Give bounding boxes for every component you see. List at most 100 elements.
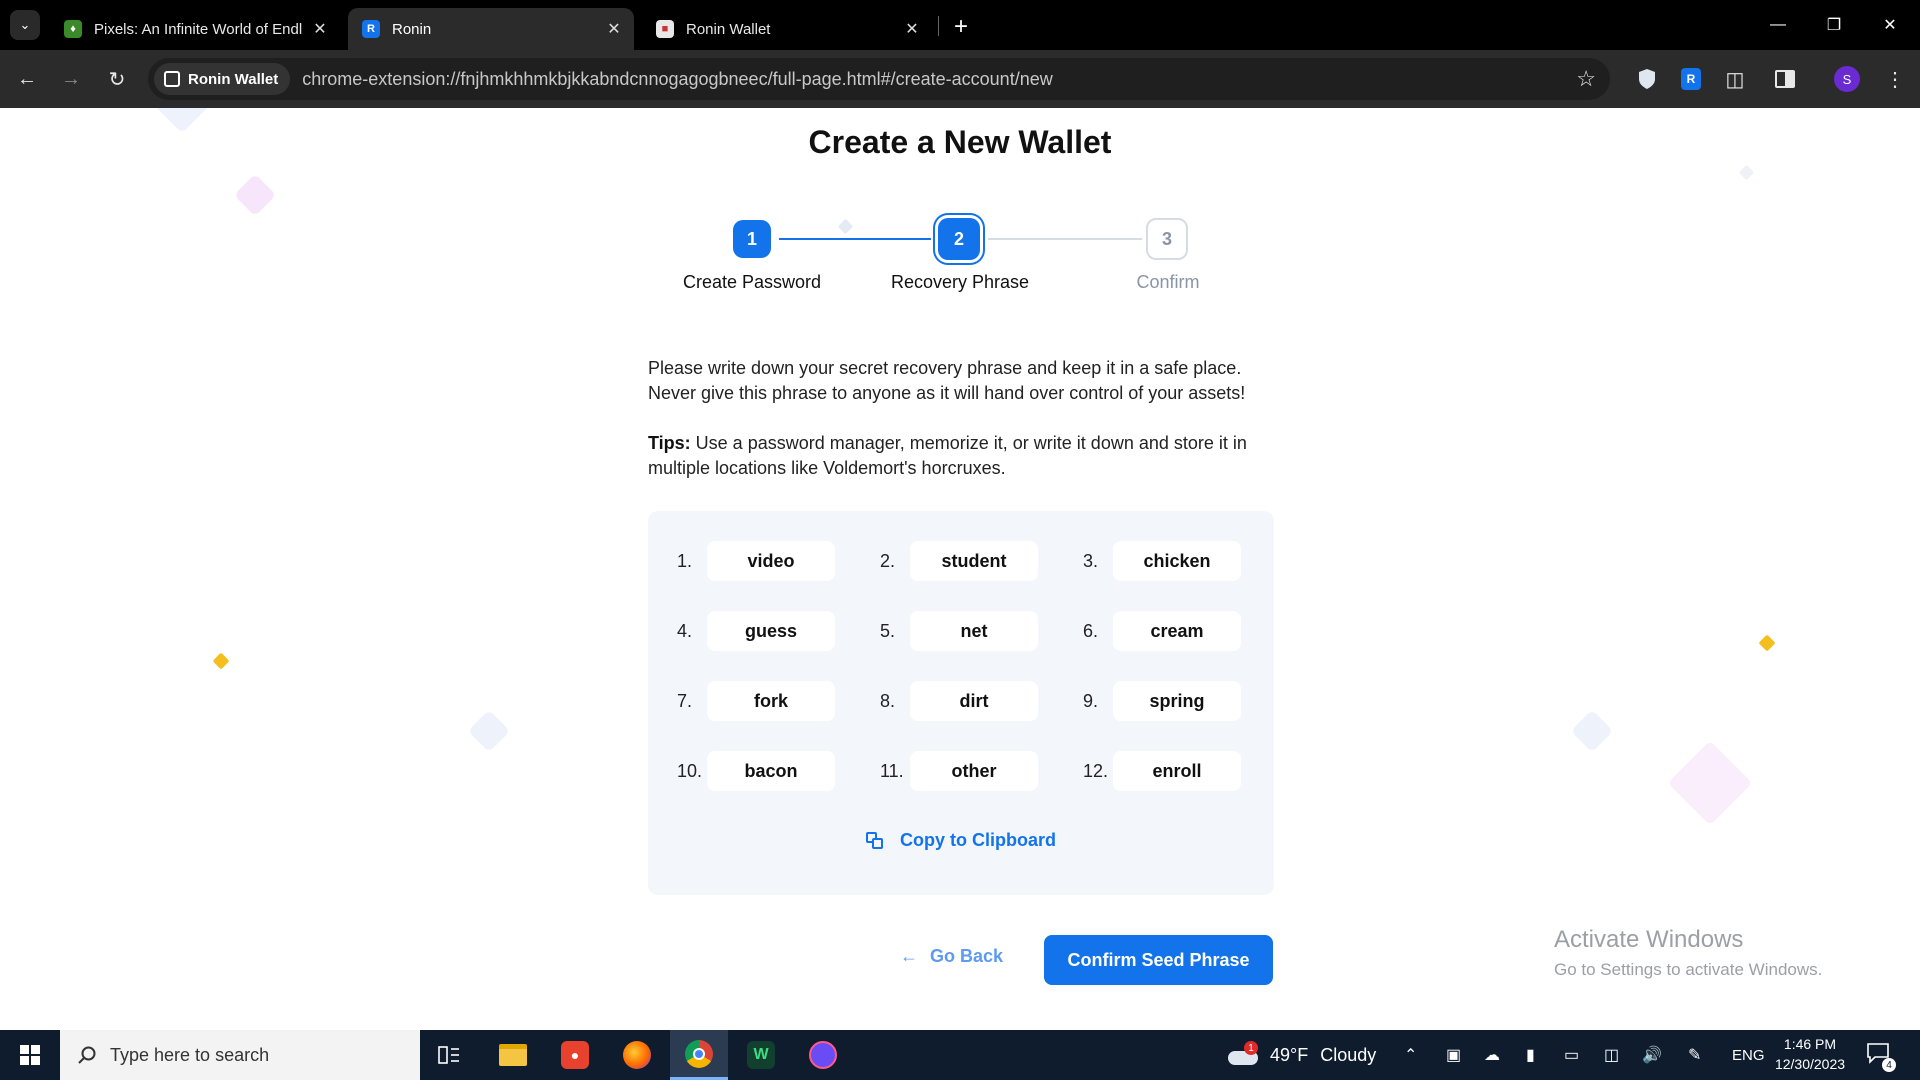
reload-icon: ↻ [108, 68, 126, 91]
phrase-word: chicken [1113, 541, 1241, 581]
close-icon[interactable]: ✕ [602, 17, 626, 41]
back-button[interactable]: ← [10, 62, 44, 96]
restore-button[interactable]: ❐ [1806, 0, 1862, 50]
app-gamepad-icon[interactable] [794, 1030, 852, 1080]
forward-button[interactable]: → [54, 62, 88, 96]
search-icon [78, 1046, 96, 1064]
decor-diamond [837, 218, 854, 235]
phrase-row: 1. video 2. student 3. chicken [648, 541, 1274, 581]
copy-icon [866, 831, 884, 850]
cloud-icon: 1 [1228, 1041, 1258, 1065]
go-back-label: Go Back [930, 946, 1004, 966]
app-w-icon[interactable]: W [732, 1030, 790, 1080]
plus-icon: + [953, 13, 968, 40]
tab-ronin[interactable]: R Ronin ✕ [348, 8, 634, 50]
taskbar-search-box[interactable]: Type here to search [60, 1030, 420, 1080]
close-icon[interactable]: ✕ [900, 17, 924, 41]
phrase-word: enroll [1113, 751, 1241, 791]
microphone-icon[interactable]: ▮ [1526, 1030, 1535, 1080]
decor-diamond [467, 709, 511, 753]
tips-text: multiple locations like Voldemort's horc… [648, 458, 1006, 478]
task-view-icon[interactable] [420, 1030, 478, 1080]
copy-to-clipboard-button[interactable]: Copy to Clipboard [648, 830, 1274, 851]
tab-separator [938, 16, 939, 36]
browser-tab-strip: ⌄ ♦ Pixels: An Infinite World of Endl ✕ … [0, 0, 1920, 50]
phrase-row: 7. fork 8. dirt 9. spring [648, 681, 1274, 721]
shield-extension-icon[interactable] [1632, 64, 1662, 94]
step-2-indicator: 2 [938, 218, 980, 260]
close-icon[interactable]: ✕ [308, 17, 332, 41]
step-3-label: Confirm [1136, 272, 1200, 292]
ronin-extension-icon[interactable]: R [1676, 64, 1706, 94]
phrase-word: other [910, 751, 1038, 791]
chrome-icon[interactable] [670, 1030, 728, 1080]
step-connector-todo [988, 238, 1142, 240]
system-clock[interactable]: 1:46 PM 12/30/2023 [1770, 1034, 1850, 1074]
wallet-favicon-icon: ■ [656, 20, 674, 38]
start-button[interactable] [0, 1030, 60, 1080]
phrase-word: bacon [707, 751, 835, 791]
tab-title: Ronin Wallet [686, 20, 771, 38]
page-title: Create a New Wallet [808, 124, 1112, 160]
windows-logo-icon [20, 1045, 40, 1065]
notification-center-icon[interactable]: 4 [1866, 1042, 1896, 1072]
chevron-down-icon: ⌄ [19, 17, 31, 32]
minimize-button[interactable]: — [1750, 0, 1806, 50]
tab-search-button[interactable]: ⌄ [10, 10, 40, 40]
step-1-label: Create Password [682, 272, 822, 292]
watermark-subtitle: Go to Settings to activate Windows. [1554, 960, 1823, 979]
show-hidden-icons-chevron-icon[interactable]: ⌃ [1404, 1030, 1417, 1080]
browser-toolbar: ← → ↻ Ronin Wallet chrome-extension://fn… [0, 50, 1920, 108]
arrow-right-icon: → [61, 67, 81, 90]
phrase-word: spring [1113, 681, 1241, 721]
site-info-chip[interactable]: Ronin Wallet [154, 63, 291, 95]
copy-label: Copy to Clipboard [900, 830, 1056, 850]
new-tab-button[interactable]: + [946, 12, 976, 42]
network-icon[interactable]: ◫ [1604, 1030, 1619, 1080]
go-back-button[interactable]: ← Go Back [900, 946, 1003, 967]
address-bar[interactable]: Ronin Wallet chrome-extension://fnjhmkhh… [148, 58, 1610, 100]
arrow-left-icon: ← [17, 67, 37, 90]
volume-icon[interactable]: 🔊 [1642, 1030, 1662, 1080]
decor-diamond [212, 652, 230, 670]
extensions-puzzle-icon[interactable]: ◫ [1720, 64, 1750, 94]
reload-button[interactable]: ↻ [100, 62, 134, 96]
bookmark-star-icon[interactable]: ☆ [1576, 66, 1596, 92]
step-1-indicator: 1 [733, 220, 771, 258]
tab-ronin-wallet[interactable]: ■ Ronin Wallet ✕ [642, 8, 932, 50]
file-explorer-icon[interactable] [484, 1030, 542, 1080]
close-icon: ✕ [1883, 17, 1897, 34]
profile-avatar[interactable]: S [1834, 66, 1860, 92]
phrase-word: guess [707, 611, 835, 651]
tab-title: Pixels: An Infinite World of Endl [94, 20, 303, 38]
recovery-instructions: Please write down your secret recovery p… [648, 356, 1288, 406]
phrase-word: student [910, 541, 1038, 581]
url-text[interactable]: chrome-extension://fnjhmkhhmkbjkkabndcnn… [302, 69, 1052, 90]
window-close-button[interactable]: ✕ [1862, 0, 1918, 50]
more-menu-icon[interactable]: ⋮ [1880, 64, 1910, 94]
extension-icon [164, 71, 180, 87]
confirm-seed-phrase-button[interactable]: Confirm Seed Phrase [1044, 935, 1273, 985]
side-panel-icon[interactable] [1770, 64, 1800, 94]
weather-alert-badge: 1 [1244, 1041, 1258, 1055]
tab-pixels[interactable]: ♦ Pixels: An Infinite World of Endl ✕ [50, 8, 340, 50]
language-indicator[interactable]: ENG [1732, 1030, 1765, 1080]
app-red-icon[interactable]: ● [546, 1030, 604, 1080]
pixels-favicon-icon: ♦ [64, 20, 82, 38]
activate-windows-watermark: Activate Windows Go to Settings to activ… [1554, 926, 1822, 980]
decor-diamond [1667, 740, 1753, 826]
tips-text: Use a password manager, memorize it, or … [690, 433, 1247, 453]
weather-temp: 49°F [1270, 1044, 1309, 1065]
phrase-word: video [707, 541, 835, 581]
decor-diamond [1758, 634, 1776, 652]
meet-now-icon[interactable]: ▣ [1446, 1030, 1461, 1080]
pen-icon[interactable]: ✎ [1688, 1030, 1701, 1080]
ronin-favicon-icon: R [362, 20, 380, 38]
battery-icon[interactable]: ▭ [1564, 1030, 1579, 1080]
phrase-word: fork [707, 681, 835, 721]
firefox-icon[interactable] [608, 1030, 666, 1080]
recovery-tips: Tips: Use a password manager, memorize i… [648, 431, 1288, 481]
weather-widget[interactable]: 1 49°F Cloudy [1228, 1030, 1376, 1080]
phrase-word: cream [1113, 611, 1241, 651]
onedrive-cloud-icon[interactable]: ☁ [1484, 1030, 1500, 1080]
